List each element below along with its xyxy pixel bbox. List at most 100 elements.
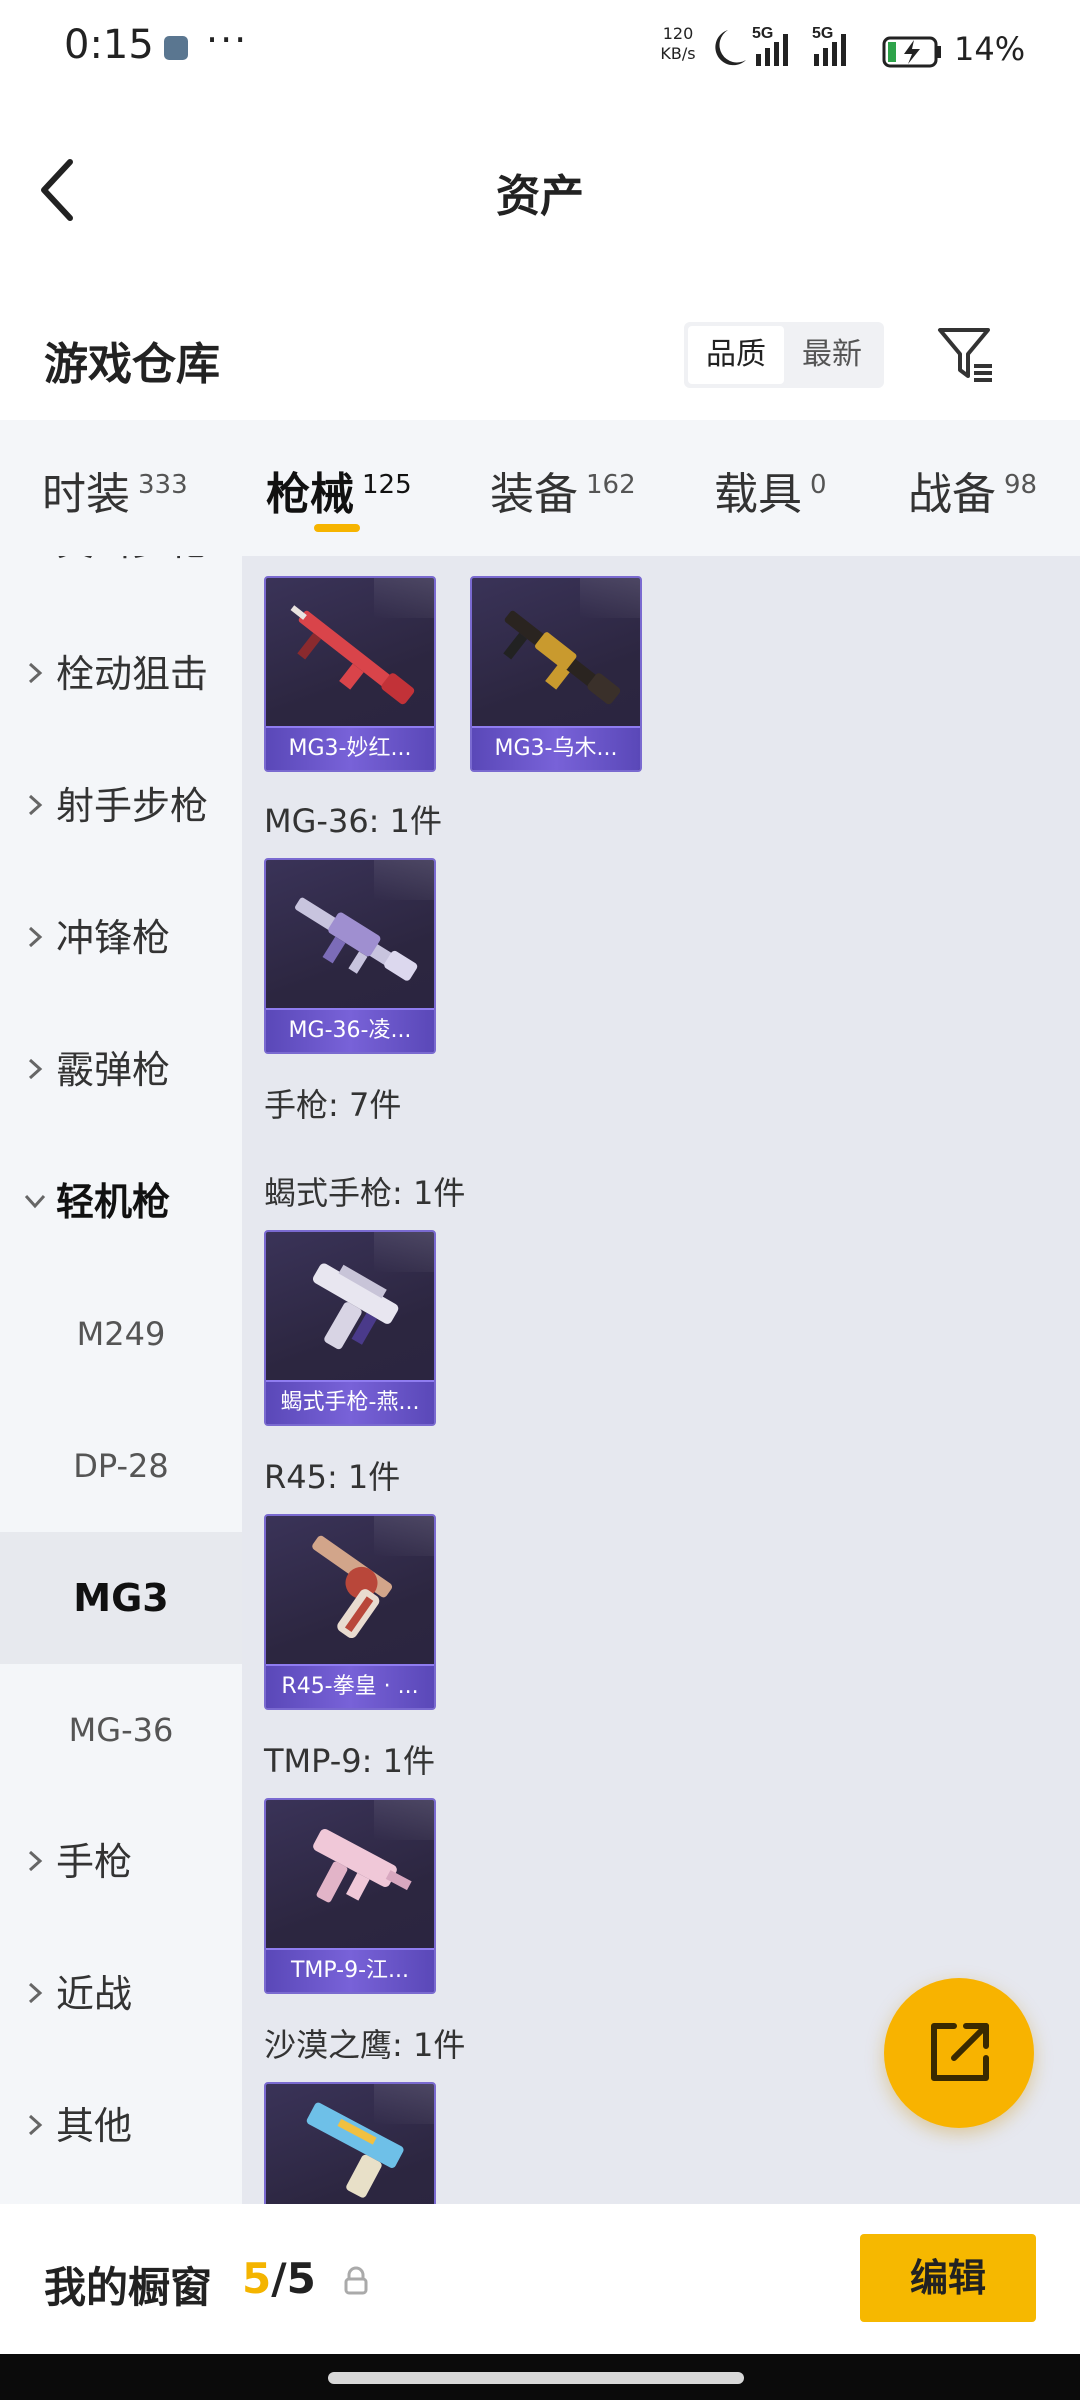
sidebar-item-marksman-rifle[interactable]: 射手步枪 (0, 740, 242, 872)
sidebar-item-label: 近战 (56, 1972, 133, 2016)
sidebar-item-bolt-sniper[interactable]: 栓动狙击 (0, 608, 242, 740)
tab-label: 枪械 (266, 469, 354, 520)
lock-icon (344, 2266, 368, 2295)
app-notification-icon (164, 36, 188, 60)
item-card-mg3-red[interactable]: MG3-妙红... (264, 576, 436, 772)
sidebar-item-label: 突击步枪 (56, 556, 208, 608)
item-grid: MG3-妙红... MG3-乌木... MG-36: 1件 MG-36-凌...… (242, 556, 1080, 2204)
sidebar-item-label: 冲锋枪 (56, 916, 171, 960)
signal-icon-1: 5G (752, 25, 788, 66)
showcase-current: 5 (242, 2254, 272, 2303)
active-tab-indicator (314, 524, 360, 532)
tab-count: 333 (138, 470, 188, 500)
sidebar-item-smg[interactable]: 冲锋枪 (0, 872, 242, 1004)
network-speed-unit: KB/s (660, 44, 696, 63)
item-card-tmp9[interactable]: TMP-9-江... (264, 1798, 436, 1994)
chevron-right-icon (28, 1982, 43, 2004)
item-card-scorpion[interactable]: 蝎式手枪-燕... (264, 1230, 436, 1426)
pistol-white-skin-image (312, 1263, 399, 1350)
weapon-category-sidebar: 突击步枪 栓动狙击 射手步枪 冲锋枪 霰弹枪 轻机枪 M249 DP-28 MG… (0, 556, 242, 2204)
sidebar-item-label: MG3 (73, 1576, 169, 1620)
system-nav-bar (0, 2354, 1080, 2400)
tab-equipment[interactable]: 装备 162 (490, 458, 636, 522)
showcase-count: 5/5 (242, 2254, 316, 2303)
chevron-right-icon (28, 1850, 43, 1872)
item-card-label: R45-拳皇 · ... (266, 1664, 434, 1708)
showcase-total: 5 (286, 2254, 316, 2303)
network1-text: 5G (752, 25, 773, 42)
sidebar-subitem-dp28[interactable]: DP-28 (0, 1400, 242, 1532)
sidebar-item-lmg[interactable]: 轻机枪 (0, 1136, 242, 1268)
sidebar-item-label: 栓动狙击 (56, 652, 209, 696)
moon-icon (715, 30, 746, 66)
tab-vehicles[interactable]: 载具 0 (714, 458, 827, 522)
sidebar-item-label: DP-28 (73, 1447, 169, 1485)
sidebar-subitem-mg3[interactable]: MG3 (0, 1532, 242, 1664)
external-link-icon (931, 2023, 989, 2081)
item-card-mg3-ebony[interactable]: MG3-乌木... (470, 576, 642, 772)
showcase-separator: / (271, 2254, 287, 2303)
group-label-pistol: 手枪: 7件 (264, 1086, 402, 1124)
category-tabs: 时装 333 枪械 125 装备 162 载具 0 战备 98 (0, 420, 1080, 556)
battery-percentage: 14% (954, 30, 1026, 68)
sort-toggle: 品质 最新 (684, 322, 884, 388)
group-label-scorpion: 蝎式手枪: 1件 (264, 1174, 466, 1212)
sidebar-subitem-mg36[interactable]: MG-36 (0, 1664, 242, 1796)
tab-label: 时装 (42, 469, 130, 520)
network-speed: 120 KB/s (656, 24, 700, 64)
tab-label: 战备 (908, 469, 996, 520)
app-header: 资产 (0, 100, 1080, 280)
item-card-deagle[interactable] (264, 2082, 436, 2204)
sidebar-item-shotgun[interactable]: 霰弹枪 (0, 1004, 242, 1136)
tab-count: 162 (586, 470, 636, 500)
revolver-skin-image (312, 1535, 393, 1639)
sidebar-item-other[interactable]: 其他 (0, 2060, 242, 2192)
group-label-r45: R45: 1件 (264, 1458, 401, 1496)
sort-quality-button[interactable]: 品质 (688, 326, 784, 384)
tab-label: 载具 (714, 469, 802, 520)
filter-button[interactable] (934, 322, 998, 386)
home-gesture-handle[interactable] (328, 2372, 744, 2384)
chevron-down-icon (24, 1194, 46, 1209)
sidebar-item-label: M249 (76, 1315, 166, 1353)
sidebar-item-label: 轻机枪 (56, 1180, 171, 1224)
chevron-right-icon (28, 662, 43, 684)
item-card-label: MG3-乌木... (472, 726, 640, 770)
lmg-gold-skin-image (503, 610, 621, 705)
lmg-red-skin-image (290, 605, 415, 705)
tab-label: 装备 (490, 469, 578, 520)
network-speed-value: 120 (662, 24, 694, 43)
sidebar-item-melee[interactable]: 近战 (0, 1928, 242, 2060)
sidebar-item-label: 射手步枪 (56, 784, 209, 828)
section-title: 游戏仓库 (44, 339, 220, 390)
more-notifications-icon: ··· (206, 18, 249, 62)
showcase-label: 我的橱窗 (44, 2263, 213, 2312)
share-fab-button[interactable] (884, 1978, 1034, 2128)
edit-button[interactable]: 编辑 (860, 2234, 1036, 2322)
status-time: 0:15 (64, 22, 154, 68)
tab-count: 125 (362, 470, 412, 500)
warehouse-header: 游戏仓库 品质 最新 (0, 280, 1080, 420)
sidebar-item-label: MG-36 (68, 1711, 174, 1749)
chevron-right-icon (28, 2114, 43, 2136)
item-card-label: MG-36-凌... (266, 1008, 434, 1052)
tab-fashion[interactable]: 时装 333 (42, 458, 188, 522)
group-label-deagle: 沙漠之鹰: 1件 (264, 2026, 466, 2064)
tab-supplies[interactable]: 战备 98 (908, 458, 1037, 522)
sidebar-item-pistol[interactable]: 手枪 (0, 1796, 242, 1928)
sort-newest-button[interactable]: 最新 (784, 326, 880, 384)
sidebar-item-assault-rifle[interactable]: 突击步枪 (0, 556, 242, 608)
sidebar-item-label: 霰弹枪 (56, 1048, 171, 1092)
item-card-r45[interactable]: R45-拳皇 · ... (264, 1514, 436, 1710)
tab-firearms[interactable]: 枪械 125 (266, 458, 412, 522)
filter-icon (938, 328, 992, 382)
status-bar: 0:15 ··· 120 KB/s 5G 5G 14% (0, 0, 1080, 100)
network2-text: 5G (812, 25, 833, 42)
sidebar-subitem-m249[interactable]: M249 (0, 1268, 242, 1400)
chevron-right-icon (28, 1058, 43, 1080)
sidebar-item-label: 其他 (56, 2104, 133, 2148)
page-title: 资产 (496, 171, 584, 222)
item-card-mg36[interactable]: MG-36-凌... (264, 858, 436, 1054)
tab-count: 98 (1004, 470, 1038, 500)
status-icons: 5G 5G (715, 25, 941, 68)
